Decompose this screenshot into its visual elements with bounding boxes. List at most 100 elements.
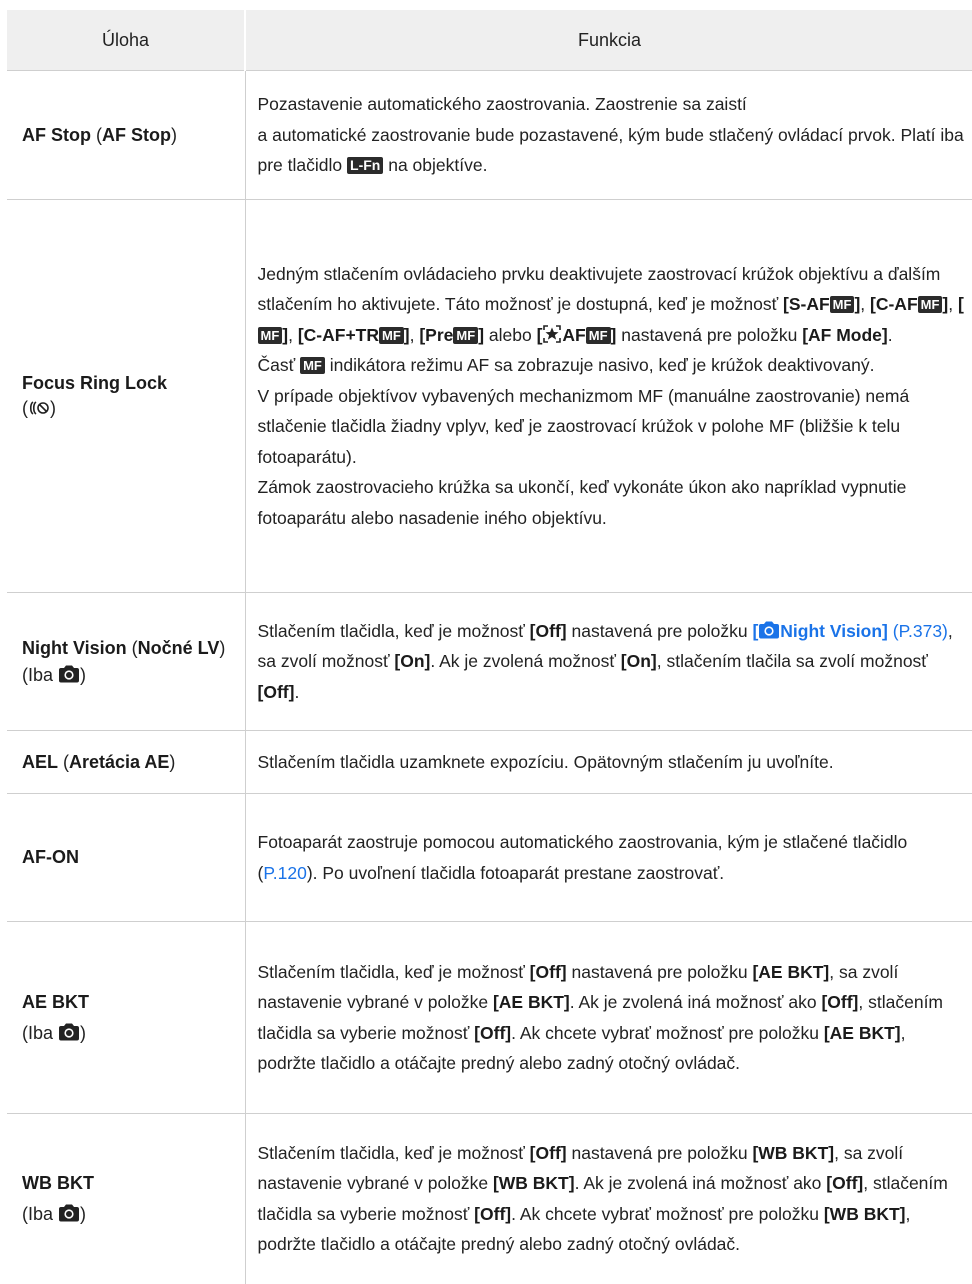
option-label: AF <box>562 324 586 345</box>
option-label: [AE BKT] <box>492 992 570 1012</box>
function-text: Časť <box>257 355 296 376</box>
function-text: , stlačením tlačila sa zvolí možnosť <box>656 651 928 672</box>
function-table: Úloha Funkcia AF Stop (AF Stop) Pozastav… <box>7 10 972 1284</box>
function-text: . Ak je zvolená možnosť <box>430 651 616 672</box>
function-text: . Ak chcete vybrať možnosť pre položku <box>511 1022 819 1043</box>
option-label: [Off] <box>529 961 567 982</box>
option-label: [Off] <box>257 681 295 702</box>
function-text: Stlačením tlačidla, keď je možnosť <box>257 961 525 982</box>
function-text: V prípade objektívov vybavených mechaniz… <box>257 385 910 467</box>
task-cell: AE BKT (Iba ) <box>7 921 246 1114</box>
function-cell: Stlačením tlačidla, keď je možnosť [Off]… <box>245 592 972 731</box>
function-text: nastavená pre položku <box>571 620 748 641</box>
option-label: [C-AF <box>870 294 918 315</box>
option-label: [WB BKT] <box>492 1173 575 1194</box>
mode-note: (Iba <box>22 664 54 685</box>
table-row-af-on: AF-ON Fotoaparát zaostruje pomocou autom… <box>7 793 972 922</box>
column-divider <box>245 1253 246 1273</box>
task-cell: AF Stop (AF Stop) <box>7 70 246 200</box>
night-vision-link[interactable]: [Night Vision] <box>752 621 887 641</box>
function-cell: Jedným stlačením ovládacieho prvku deakt… <box>245 199 972 593</box>
function-text: . Ak je zvolená iná možnosť ako <box>574 1173 822 1194</box>
function-cell: Stlačením tlačidla, keď je možnosť [Off]… <box>245 921 972 1114</box>
header-task: Úloha <box>7 10 246 71</box>
option-label: [Off] <box>529 620 567 641</box>
task-name: AE BKT <box>22 991 89 1012</box>
link-label: Night Vision] <box>780 620 888 641</box>
option-label: [WB BKT] <box>752 1142 835 1163</box>
mode-note: (Iba <box>22 1203 54 1224</box>
mf-icon: MF <box>829 296 855 314</box>
task-name: Focus Ring Lock <box>22 373 168 393</box>
function-cell: Stlačením tlačidla, keď je možnosť [Off]… <box>245 1114 972 1284</box>
function-text: Stlačením tlačidla uzamknete expozíciu. … <box>257 751 834 772</box>
mf-icon: MF <box>300 357 325 375</box>
task-cell: WB BKT (Iba ) <box>7 1113 246 1284</box>
option-label: [Pre <box>419 324 454 345</box>
function-text: alebo <box>488 324 532 345</box>
table-row-night-vision: Night Vision (Nočné LV) (Iba ) Stlačením… <box>7 592 972 731</box>
table-row-af-stop: AF Stop (AF Stop) Pozastavenie automatic… <box>7 70 972 200</box>
function-cell: Pozastavenie automatického zaostrovania.… <box>245 70 972 200</box>
option-label: [ <box>957 294 964 315</box>
option-label: [On] <box>394 651 431 672</box>
option-label: [AE BKT] <box>752 961 830 982</box>
function-text: indikátora režimu AF sa zobrazuje nasivo… <box>329 355 875 376</box>
camera-icon <box>58 665 80 683</box>
option-label: [C-AF+TR <box>297 324 380 345</box>
focus-ring-lock-icon <box>28 398 50 415</box>
function-text: Pozastavenie automatického zaostrovania.… <box>257 94 747 115</box>
task-name-local: Aretácia AE <box>69 751 170 772</box>
mf-icon: MF <box>585 326 611 344</box>
task-name-local: Nočné LV <box>137 637 220 658</box>
option-label: [Off] <box>474 1203 512 1224</box>
task-cell: AF-ON <box>7 793 246 922</box>
mf-icon: MF <box>917 296 943 314</box>
option-label: [Off] <box>821 992 859 1012</box>
camera-icon <box>58 1023 80 1041</box>
task-name-local: AF Stop <box>102 124 171 145</box>
lfn-button-icon: L-Fn <box>347 157 384 175</box>
option-label: [S-AF <box>783 294 830 315</box>
header-function: Funkcia <box>245 10 972 71</box>
task-cell: AEL (Aretácia AE) <box>7 730 246 794</box>
function-cell: Fotoaparát zaostruje pomocou automatické… <box>245 793 972 922</box>
function-text: na objektíve. <box>388 155 488 176</box>
star-af-icon <box>542 323 562 343</box>
mf-icon: MF <box>379 326 404 344</box>
option-label: [AE BKT] <box>823 1022 901 1043</box>
task-name: AF Stop <box>22 124 91 145</box>
function-text: nastavená pre položku <box>571 961 748 982</box>
function-cell: Stlačením tlačidla uzamknete expozíciu. … <box>245 730 972 794</box>
option-label: [On] <box>620 651 657 672</box>
function-text: . Ak chcete vybrať možnosť pre položku <box>511 1203 819 1224</box>
camera-icon <box>758 621 780 639</box>
option-label: [AF Mode] <box>802 324 888 345</box>
page-reference-link[interactable]: P.120 <box>263 863 306 883</box>
mode-note: (Iba <box>22 1022 54 1043</box>
camera-icon <box>58 1204 80 1222</box>
table-row-focus-ring-lock: Focus Ring Lock () Jedným stlačením ovlá… <box>7 199 972 593</box>
task-name: WB BKT <box>22 1172 94 1193</box>
table-row-ael: AEL (Aretácia AE) Stlačením tlačidla uza… <box>7 730 972 794</box>
function-text: Stlačením tlačidla, keď je možnosť <box>257 1142 525 1163</box>
function-text: ). Po uvoľnení tlačidla fotoaparát prest… <box>306 862 725 883</box>
option-label: [Off] <box>529 1142 567 1163</box>
function-text: nastavená pre položku <box>571 1142 748 1163</box>
function-text: Zámok zaostrovacieho krúžka sa ukončí, k… <box>257 477 907 528</box>
mf-icon: MF <box>257 326 283 344</box>
task-name: AEL <box>22 751 58 772</box>
task-cell: Night Vision (Nočné LV) (Iba ) <box>7 592 246 731</box>
table-row-ae-bkt: AE BKT (Iba ) Stlačením tlačidla, keď je… <box>7 921 972 1114</box>
table-row-wb-bkt: WB BKT (Iba ) Stlačením tlačidla, keď je… <box>7 1113 972 1284</box>
function-text: . Ak je zvolená iná možnosť ako <box>569 992 817 1012</box>
task-cell: Focus Ring Lock () <box>7 199 246 593</box>
function-text: Stlačením tlačidla, keď je možnosť <box>257 620 525 641</box>
page-reference-link[interactable]: (P.373) <box>893 621 948 641</box>
task-name: Night Vision <box>22 637 127 658</box>
option-label: [Off] <box>826 1173 864 1194</box>
option-label: [Off] <box>474 1022 512 1043</box>
header-row: Úloha Funkcia <box>7 10 972 71</box>
function-text: nastavená pre položku <box>621 324 798 345</box>
task-name: AF-ON <box>22 847 79 867</box>
